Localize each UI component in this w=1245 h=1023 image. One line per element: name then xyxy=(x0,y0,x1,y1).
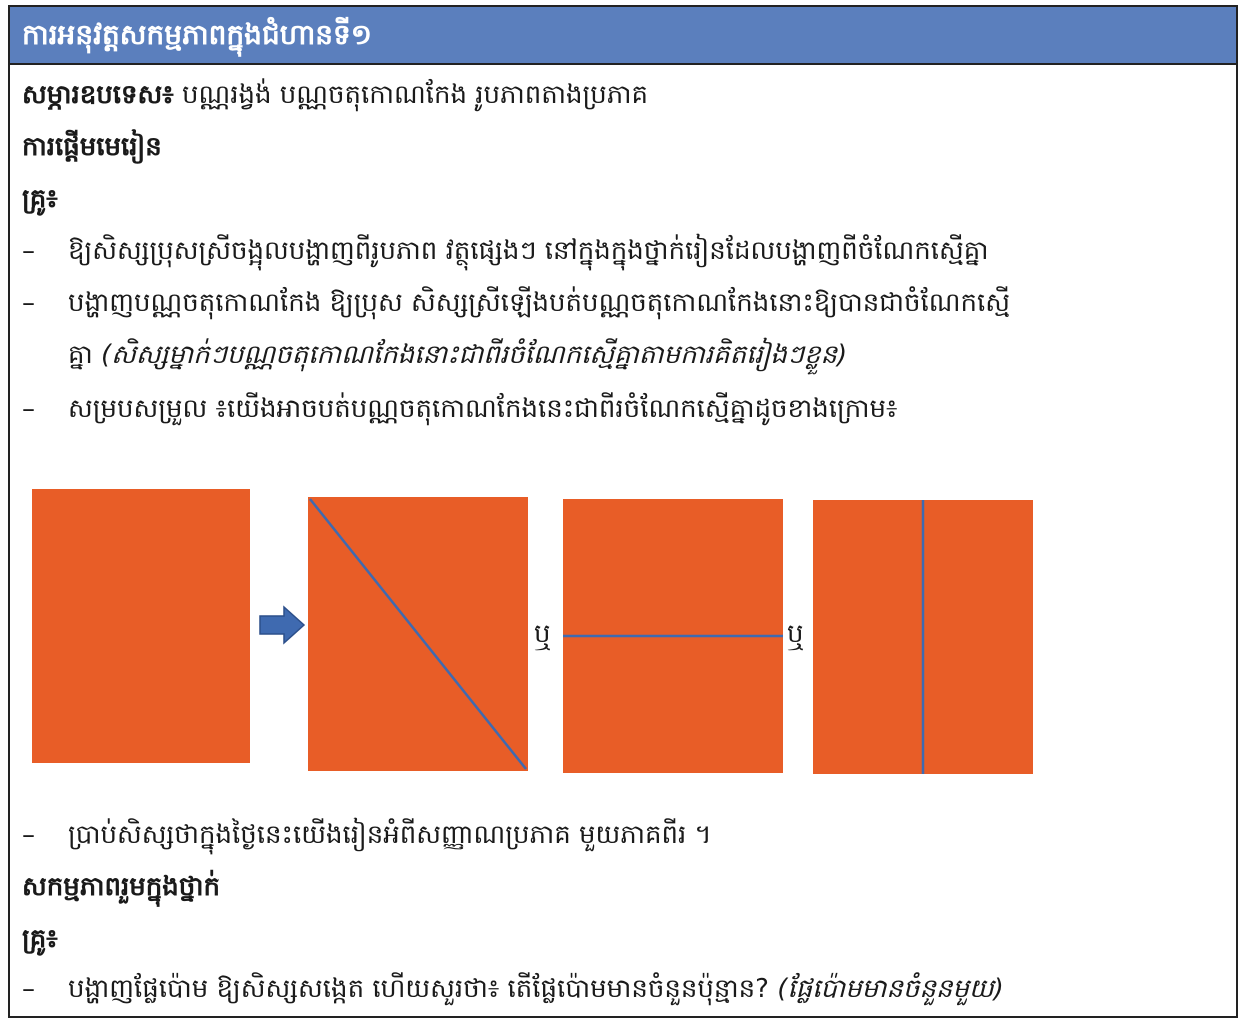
list-item: – ឱ្យសិស្សប្រុសស្រីចង្អុលបង្ហាញពីរូបភាព វ… xyxy=(22,231,989,271)
list-item-continuation: គ្នា (សិស្សម្នាក់ៗបណ្ណចតុកោណកែងនោះជាពីរច… xyxy=(22,335,847,375)
expected-answer-note: (សិស្សម្នាក់ៗបណ្ណចតុកោណកែងនោះជាពីរចំណែកស… xyxy=(101,340,848,370)
section-header: ការអនុវត្តសកម្មភាពក្នុងជំហានទី១ xyxy=(10,7,1236,65)
list-item: – ប្រាប់សិស្សថាក្នុងថ្ងៃនេះយើងរៀនអំពីសញ្ញ… xyxy=(22,815,712,855)
list-item-text: ប្រាប់សិស្សថាក្នុងថ្ងៃនេះយើងរៀនអំពីសញ្ញា… xyxy=(68,820,712,850)
materials-text: បណ្ណរង្វង់ បណ្ណចតុកោណកែង រូបភាពតាងប្រភាគ xyxy=(173,80,649,110)
list-item-text: គ្នា xyxy=(68,340,102,370)
bullet-dash: – xyxy=(22,974,35,1004)
or-label: ឬ xyxy=(534,619,551,649)
paper-sheet-diagonal-fold xyxy=(308,497,528,771)
bullet-dash: – xyxy=(22,288,35,318)
expected-answer-note: (ផ្លែប៉ោមមានចំនួនមួយ) xyxy=(777,974,1004,1004)
bullet-dash: – xyxy=(22,236,35,266)
list-item-text: ឱ្យសិស្សប្រុសស្រីចង្អុលបង្ហាញពីរូបភាព វត… xyxy=(68,236,989,266)
list-item: – បង្ហាញផ្លែប៉ោម ឱ្យសិស្សសង្កេត ហើយសួរថា៖… xyxy=(22,969,1004,1009)
lesson-start-heading: ការផ្ដើមមេរៀន xyxy=(22,132,162,162)
folding-figure: ឬ ឬ xyxy=(10,483,1236,783)
list-item-text: បង្ហាញបណ្ណចតុកោណកែង ឱ្យប្រុស សិស្សស្រីឡើ… xyxy=(68,288,1011,318)
arrow-right-icon xyxy=(259,605,306,645)
bullet-dash: – xyxy=(22,394,35,424)
lesson-frame: ការអនុវត្តសកម្មភាពក្នុងជំហានទី១ សម្ភារឧប… xyxy=(8,5,1238,1018)
materials-line: សម្ភារឧបទេស៖ បណ្ណរង្វង់ បណ្ណចតុកោណកែង រូ… xyxy=(22,75,648,115)
teacher-label: គ្រូ៖ xyxy=(22,924,58,954)
paper-sheet-whole xyxy=(32,489,250,763)
list-item-text: បង្ហាញផ្លែប៉ោម ឱ្យសិស្សសង្កេត ហើយសួរថា៖ … xyxy=(68,974,778,1004)
teacher-label: គ្រូ៖ xyxy=(22,184,58,214)
or-label: ឬ xyxy=(787,619,804,649)
list-item-text: សម្របសម្រួល ៖យើងអាចបត់បណ្ណចតុកោណកែងនេះជា… xyxy=(68,394,898,424)
class-activity-heading: សកម្មភាពរួមក្នុងថ្នាក់ xyxy=(22,872,221,902)
bullet-dash: – xyxy=(22,820,35,850)
list-item: – សម្របសម្រួល ៖យើងអាចបត់បណ្ណចតុកោណកែងនេះជ… xyxy=(22,389,897,429)
paper-sheet-vertical-fold xyxy=(813,500,1033,774)
list-item: – បង្ហាញបណ្ណចតុកោណកែង ឱ្យប្រុស សិស្សស្រីឡ… xyxy=(22,283,1010,323)
materials-label: សម្ភារឧបទេស៖ xyxy=(22,80,174,110)
paper-sheet-horizontal-fold xyxy=(563,499,783,773)
